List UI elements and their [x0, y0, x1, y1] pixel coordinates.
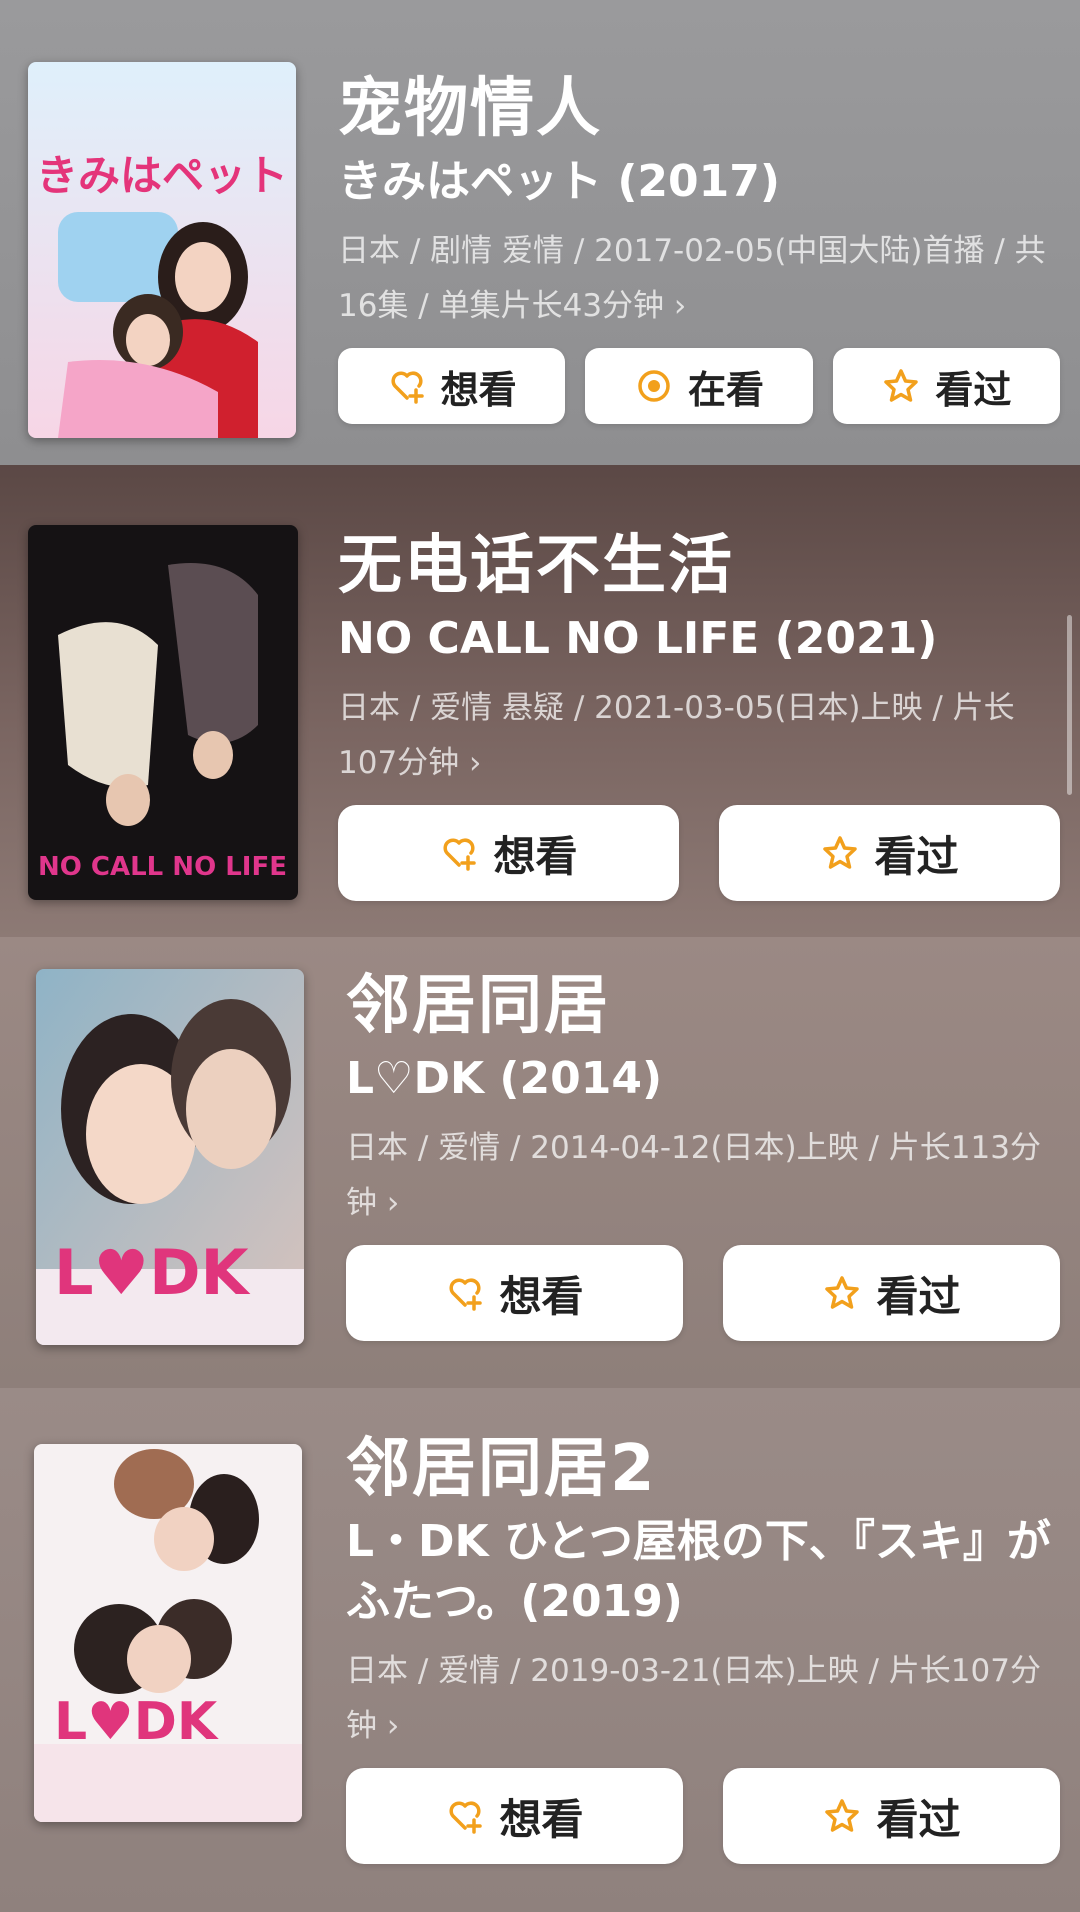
star-icon — [825, 1276, 860, 1309]
movie-meta[interactable]: 日本 / 爱情 / 2014-04-12(日本)上映 / 片长113分钟 › — [346, 1121, 1060, 1231]
want-to-watch-label: 想看 — [493, 831, 578, 881]
poster-title: L♥DK — [54, 1692, 219, 1752]
heart-plus-icon — [391, 371, 424, 404]
want-to-watch-button[interactable]: 想看 — [338, 805, 679, 901]
watched-label: 看过 — [935, 367, 1012, 412]
movie-title[interactable]: 邻居同居 — [346, 967, 1060, 1045]
movie-meta[interactable]: 日本 / 剧情 爱情 / 2017-02-05(中国大陆)首播 / 共16集 /… — [338, 224, 1060, 334]
movie-info: 邻居同居2 L・DK ひとつ屋根の下、『スキ』がふたつ。(2019) 日本 / … — [346, 1430, 1060, 1864]
target-icon — [638, 370, 670, 402]
want-to-watch-label: 想看 — [499, 1271, 584, 1321]
poster-image[interactable]: L♥DK — [34, 1444, 302, 1822]
action-buttons: 想看 在看 看过 — [338, 348, 1060, 424]
movie-info: 宠物情人 きみはペット (2017) 日本 / 剧情 爱情 / 2017-02-… — [338, 70, 1060, 424]
star-icon — [823, 836, 858, 869]
movie-original-title: きみはペット (2017) — [338, 156, 780, 207]
want-to-watch-button[interactable]: 想看 — [346, 1245, 683, 1341]
watched-button[interactable]: 看过 — [723, 1245, 1060, 1341]
watching-button[interactable]: 在看 — [585, 348, 813, 424]
movie-original-title: NO CALL NO LIFE (2021) — [338, 613, 938, 664]
movie-original-title: L・DK ひとつ屋根の下、『スキ』がふたつ。(2019) — [346, 1516, 1051, 1627]
watched-label: 看过 — [876, 1794, 961, 1844]
movie-meta[interactable]: 日本 / 爱情 / 2019-03-21(日本)上映 / 片长107分钟 › — [346, 1644, 1060, 1754]
poster-title: L♥DK — [54, 1236, 251, 1309]
movie-title[interactable]: 邻居同居2 — [346, 1430, 1060, 1508]
action-buttons: 想看 看过 — [346, 1245, 1060, 1341]
star-icon — [825, 1799, 860, 1832]
scrollbar[interactable] — [1067, 615, 1072, 795]
watched-label: 看过 — [874, 831, 959, 881]
movie-card[interactable]: L♥DK 邻居同居2 L・DK ひとつ屋根の下、『スキ』がふたつ。(2019) … — [0, 1388, 1080, 1912]
movie-card[interactable]: きみはペット 宠物情人 きみはペット (2017) 日本 / 剧情 爱情 / 2… — [0, 0, 1080, 465]
movie-card[interactable]: NO CALL NO LIFE 无电话不生活 NO CALL NO LIFE (… — [0, 465, 1080, 937]
watching-label: 在看 — [687, 367, 764, 412]
heart-plus-icon — [443, 838, 477, 871]
poster-title: NO CALL NO LIFE — [38, 852, 287, 882]
want-to-watch-button[interactable]: 想看 — [346, 1768, 683, 1864]
star-icon — [884, 369, 919, 402]
poster-image[interactable]: L♥DK — [36, 969, 304, 1345]
heart-plus-icon — [449, 1278, 483, 1311]
watched-button[interactable]: 看过 — [723, 1768, 1060, 1864]
watched-button[interactable]: 看过 — [832, 348, 1060, 424]
movie-original-title: L♡DK (2014) — [346, 1053, 663, 1104]
movie-title[interactable]: 无电话不生活 — [338, 527, 1060, 605]
poster-image[interactable]: きみはペット — [28, 62, 296, 438]
heart-plus-icon — [449, 1801, 483, 1834]
movie-info: 无电话不生活 NO CALL NO LIFE (2021) 日本 / 爱情 悬疑… — [338, 527, 1060, 901]
action-buttons: 想看 看过 — [346, 1768, 1060, 1864]
action-buttons: 想看 看过 — [338, 805, 1060, 901]
movie-info: 邻居同居 L♡DK (2014) 日本 / 爱情 / 2014-04-12(日本… — [346, 967, 1060, 1341]
want-to-watch-label: 想看 — [440, 367, 517, 412]
movie-title[interactable]: 宠物情人 — [338, 70, 1060, 148]
poster-title: きみはペット — [36, 151, 288, 200]
movie-meta[interactable]: 日本 / 爱情 悬疑 / 2021-03-05(日本)上映 / 片长107分钟 … — [338, 681, 1060, 791]
watched-label: 看过 — [876, 1271, 961, 1321]
want-to-watch-button[interactable]: 想看 — [338, 348, 566, 424]
want-to-watch-label: 想看 — [499, 1794, 584, 1844]
watched-button[interactable]: 看过 — [719, 805, 1060, 901]
poster-image[interactable]: NO CALL NO LIFE — [28, 525, 298, 900]
movie-card[interactable]: L♥DK 邻居同居 L♡DK (2014) 日本 / 爱情 / 2014-04-… — [0, 937, 1080, 1388]
